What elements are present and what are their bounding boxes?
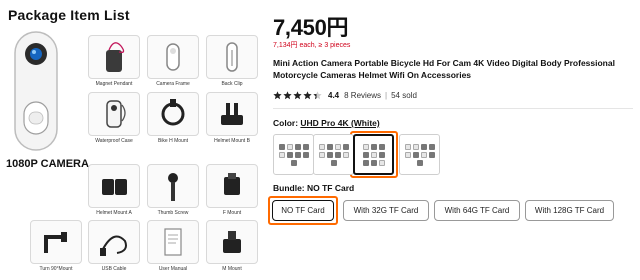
back-clip-icon: [226, 42, 238, 72]
item-caption: USB Cable: [101, 266, 127, 272]
star-icon: [273, 90, 282, 99]
star-icon: [313, 90, 322, 99]
package-item: F Mount: [206, 164, 258, 216]
item-caption: Helmet Mount A: [96, 210, 132, 216]
divider: [273, 108, 633, 109]
star-icon: [303, 90, 312, 99]
bundle-option-128g[interactable]: With 128G TF Card: [525, 200, 614, 221]
user-manual-icon: [164, 228, 182, 256]
package-item: Turn 90°Mount: [30, 220, 82, 272]
item-caption: Camera Frame: [156, 81, 190, 87]
usb-cable-icon: [100, 235, 127, 256]
price: 7,450円: [273, 15, 349, 40]
action-camera-icon: [14, 31, 58, 151]
color-swatch-selected[interactable]: [353, 134, 394, 175]
item-caption: User Manual: [158, 266, 188, 272]
star-icon: [283, 90, 292, 99]
item-caption: Thumb Screw: [157, 210, 189, 216]
separator: |: [385, 90, 388, 100]
item-caption: F Mount: [222, 210, 242, 216]
bundle-label: Bundle: NO TF Card: [273, 183, 355, 193]
star-rating: [273, 90, 323, 100]
f-mount-icon: [224, 173, 240, 195]
item-caption: Bike H Mount: [157, 138, 188, 144]
package-item: Waterproof Case: [88, 92, 140, 144]
item-caption: Helmet Mount B: [214, 138, 250, 144]
package-item: USB Cable: [88, 220, 140, 272]
camera-frame-icon: [166, 43, 180, 71]
bulk-price-note: 7,134円 each, ≥ 3 pieces: [273, 42, 351, 49]
sold-count: 54 sold: [391, 90, 417, 100]
m-mount-icon: [223, 231, 241, 253]
item-caption: M Mount: [222, 266, 242, 272]
bundle-option-32g[interactable]: With 32G TF Card: [343, 200, 429, 221]
package-item: Camera Frame: [147, 35, 199, 87]
package-item: Magnet Pendant: [88, 35, 140, 87]
helmet-mount-icon: [221, 103, 243, 125]
package-list-heading: Package Item List: [8, 7, 130, 23]
item-caption: Magnet Pendant: [95, 81, 133, 87]
rating-value: 4.4: [328, 90, 340, 100]
star-icon: [293, 90, 302, 99]
package-item: Helmet Mount A: [88, 164, 140, 216]
color-swatch[interactable]: [313, 134, 354, 175]
color-swatch[interactable]: [273, 134, 314, 175]
item-caption: Waterproof Case: [95, 138, 133, 144]
package-item: Bike H Mount: [147, 92, 199, 144]
item-caption: Turn 90°Mount: [39, 266, 73, 272]
reviews-link[interactable]: 8 Reviews: [344, 91, 381, 100]
product-image[interactable]: Package Item List 1080P CAMERA Magnet Pe…: [0, 0, 262, 280]
selected-color: UHD Pro 4K (White): [300, 118, 380, 128]
waterproof-case-icon: [106, 100, 126, 128]
product-title: Mini Action Camera Portable Bicycle Hd F…: [273, 58, 615, 80]
rating-row[interactable]: 4.4 8 Reviews | 54 sold: [273, 89, 417, 101]
color-label-text: Color:: [273, 118, 299, 128]
bundle-option-no-tf-card[interactable]: NO TF Card: [272, 200, 334, 221]
turn-mount-icon: [44, 232, 67, 253]
helmet-mount-icon: [102, 179, 127, 195]
thumb-screw-icon: [168, 173, 178, 201]
package-item: Thumb Screw: [147, 164, 199, 216]
bundle-option-64g[interactable]: With 64G TF Card: [434, 200, 520, 221]
package-item: M Mount: [206, 220, 258, 272]
camera-label: 1080P CAMERA: [6, 158, 89, 170]
package-item: Helmet Mount B: [206, 92, 258, 144]
magnet-pendant-icon: [106, 42, 125, 72]
color-label: Color: UHD Pro 4K (White): [273, 118, 380, 128]
color-swatch[interactable]: [399, 134, 440, 175]
item-caption: Back Clip: [221, 81, 243, 87]
package-item: Back Clip: [206, 35, 258, 87]
package-item: User Manual: [147, 220, 199, 272]
bike-mount-icon: [161, 99, 185, 126]
